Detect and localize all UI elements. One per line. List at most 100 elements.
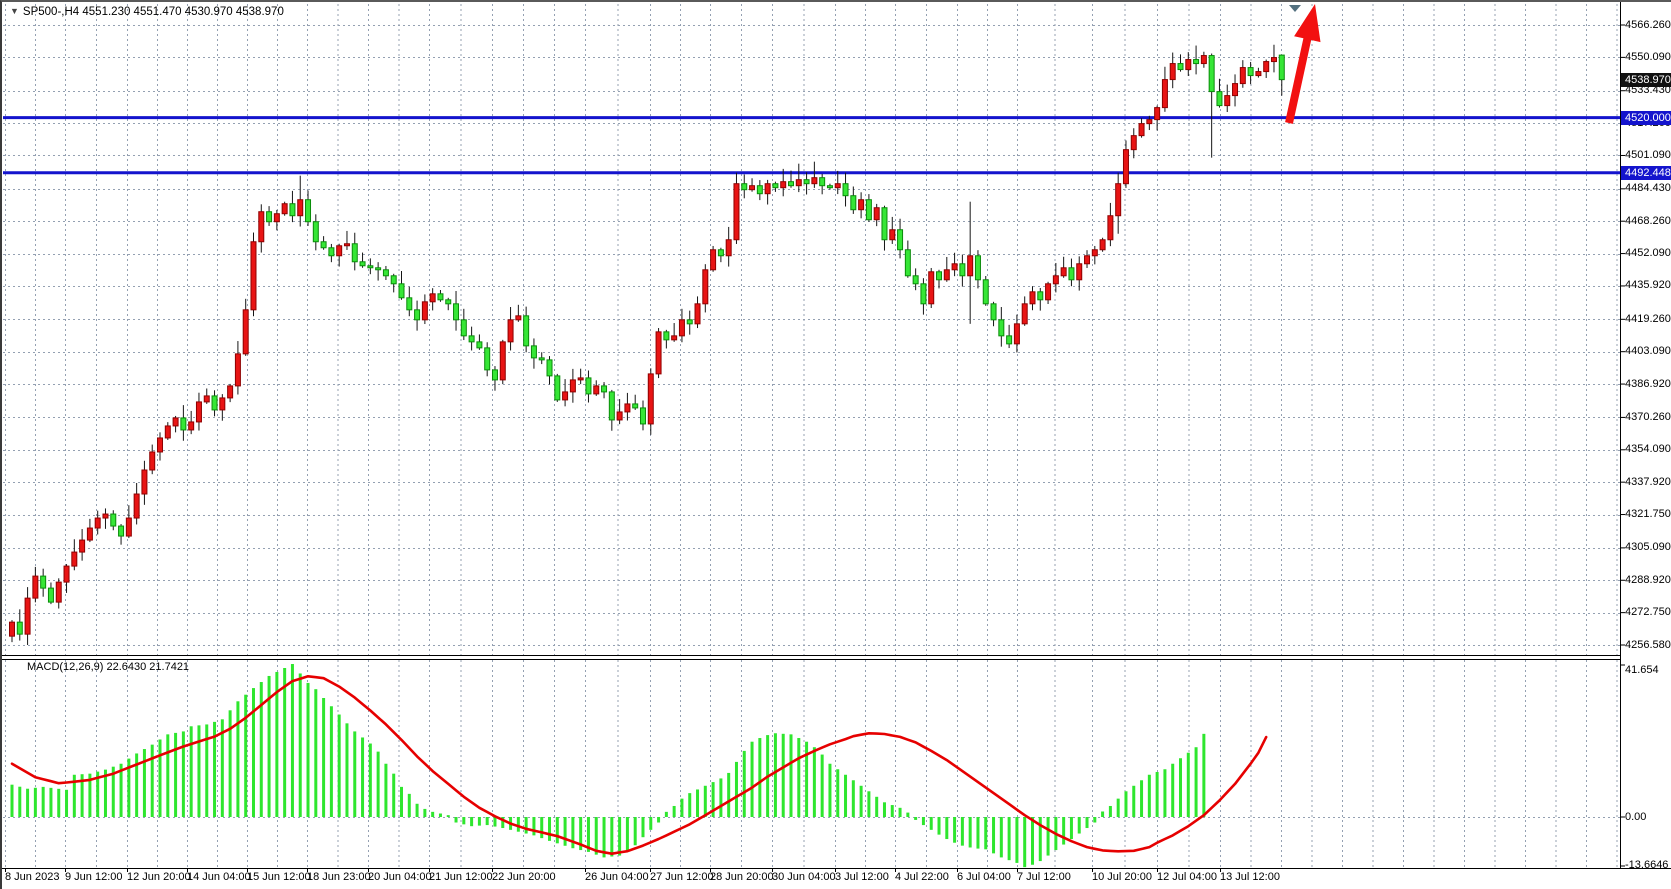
candle	[196, 402, 201, 422]
macd-axis-label: 41.654	[1625, 664, 1659, 677]
price-axis-label: 4419.260	[1625, 313, 1671, 326]
candle	[913, 276, 918, 284]
scroll-to-end-icon[interactable]	[1289, 5, 1301, 12]
candle	[859, 200, 864, 210]
macd-histogram-bar	[860, 786, 863, 817]
macd-histogram-bar	[1031, 817, 1034, 865]
macd-histogram-bar	[634, 817, 637, 845]
macd-histogram-bar	[42, 787, 45, 817]
candle	[866, 200, 871, 220]
macd-histogram-bar	[57, 789, 60, 817]
candle	[469, 336, 474, 342]
candle	[757, 186, 762, 194]
time-axis-label: 15 Jun 12:00	[247, 871, 311, 883]
price-axis-label: 4321.750	[1625, 508, 1671, 521]
candle	[1264, 62, 1269, 72]
macd-histogram-bar	[11, 785, 14, 817]
candle	[1053, 276, 1058, 284]
ohlc-values: 4551.230 4551.470 4530.970 4538.970	[82, 6, 283, 18]
price-axis-label: 4354.090	[1625, 443, 1671, 456]
candle	[508, 320, 513, 342]
macd-histogram-bar	[649, 817, 652, 830]
macd-histogram-bar	[688, 793, 691, 817]
time-axis-label: 22 Jun 20:00	[492, 871, 556, 883]
symbol-dropdown-icon[interactable]: ▼	[10, 6, 19, 16]
time-axis-label: 9 Jun 12:00	[65, 871, 123, 883]
candle	[1186, 60, 1191, 70]
price-axis-label: 4468.260	[1625, 215, 1671, 228]
macd-histogram-bar	[26, 789, 29, 817]
price-axis-label: 4288.920	[1625, 574, 1671, 587]
macd-histogram-bar	[1179, 758, 1182, 817]
candle	[158, 438, 163, 452]
candle	[625, 404, 630, 412]
candle	[578, 378, 583, 380]
price-axis-label: 4484.430	[1625, 182, 1671, 195]
candle	[430, 294, 435, 302]
macd-histogram-bar	[345, 723, 348, 817]
candle	[33, 576, 38, 598]
candle	[1038, 292, 1043, 300]
candle	[563, 392, 568, 400]
candle	[438, 294, 443, 300]
macd-histogram-bar	[1015, 817, 1018, 863]
macd-histogram-bar	[938, 817, 941, 835]
candle	[516, 316, 521, 320]
candle	[703, 270, 708, 304]
macd-histogram-bar	[252, 688, 255, 817]
price-axis-label: 4386.920	[1625, 378, 1671, 391]
candle	[1131, 136, 1136, 150]
macd-histogram-bar	[828, 764, 831, 817]
trend-arrow[interactable]	[1285, 4, 1320, 124]
candle	[960, 264, 965, 276]
candle	[48, 588, 53, 602]
macd-histogram-bar	[353, 731, 356, 817]
price-badge: 4492.448	[1621, 166, 1671, 180]
candle	[228, 386, 233, 398]
macd-histogram-bar	[260, 682, 263, 817]
price-axis-label: 4272.750	[1625, 606, 1671, 619]
candle	[921, 284, 926, 304]
candle	[812, 178, 817, 184]
macd-histogram-bar	[190, 726, 193, 817]
macd-histogram-bar	[65, 790, 68, 817]
candle	[95, 518, 100, 528]
macd-histogram-bar	[1202, 734, 1205, 817]
macd-histogram-bar	[400, 787, 403, 817]
candle	[454, 304, 459, 320]
macd-histogram-bar	[439, 814, 442, 817]
candle	[1030, 292, 1035, 304]
macd-histogram-bar	[143, 749, 146, 817]
candle	[204, 396, 209, 402]
macd-histogram-bar	[758, 738, 761, 817]
macd-histogram-bar	[641, 817, 644, 837]
candle	[1092, 250, 1097, 256]
macd-histogram-bar	[486, 817, 489, 825]
macd-histogram-bar	[914, 817, 917, 820]
macd-histogram-bar	[836, 769, 839, 817]
candle	[220, 398, 225, 410]
chart-canvas[interactable]	[2, 2, 1671, 889]
macd-histogram-bar	[1195, 747, 1198, 817]
time-axis-label: 18 Jun 23:00	[307, 871, 371, 883]
candle	[17, 622, 22, 634]
macd-histogram-bar	[657, 817, 660, 823]
macd-histogram-bar	[680, 799, 683, 817]
candle	[796, 180, 801, 186]
chart-title: ▼SP500-,H4 4551.230 4551.470 4530.970 45…	[10, 6, 284, 18]
candle	[781, 182, 786, 188]
candle	[415, 310, 420, 320]
macd-histogram-bar	[462, 817, 465, 824]
macd-histogram-bar	[291, 664, 294, 817]
candle	[929, 272, 934, 304]
macd-histogram-bar	[665, 812, 668, 817]
macd-histogram-bar	[307, 683, 310, 817]
candle	[1170, 64, 1175, 80]
macd-histogram-bar	[151, 745, 154, 817]
macd-histogram-bar	[984, 817, 987, 849]
macd-histogram-bar	[322, 698, 325, 817]
candle	[274, 214, 279, 222]
candle	[827, 186, 832, 188]
candle	[103, 514, 108, 518]
candle	[1233, 84, 1238, 96]
